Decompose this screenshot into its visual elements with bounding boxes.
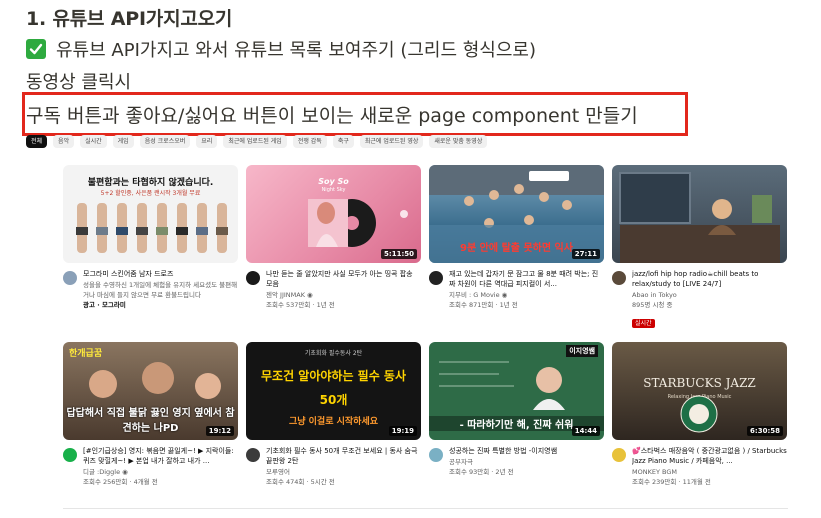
text-line: 동영상 클릭시 bbox=[26, 72, 132, 93]
channel-avatar[interactable] bbox=[63, 448, 77, 462]
heading: 1. 유튜브 API가지고오기 bbox=[26, 8, 233, 30]
duration-badge: 27:11 bbox=[571, 249, 600, 259]
channel-avatar[interactable] bbox=[612, 448, 626, 462]
chip[interactable]: 전체 bbox=[26, 134, 48, 148]
video-meta: 재고 있는데 갑자기 문 잠그고 물 8분 때려 박는; 진짜 차원이 다른 역… bbox=[449, 269, 604, 310]
models-illustration bbox=[76, 203, 228, 253]
video-thumbnail[interactable]: Soy So Night Sky 5:11:50 bbox=[246, 165, 421, 263]
callout-text: 구독 버튼과 좋아요/싫어요 버튼이 보이는 새로운 page componen… bbox=[26, 105, 638, 127]
video-stats: 조회수 474회 · 5시간 전 bbox=[266, 478, 335, 486]
video-meta: 기초회화 필수 동사 50개 무조건 보세요 | 동사 숨극 끝판왕 2탄 모루… bbox=[266, 446, 421, 487]
duration-badge: 5:11:50 bbox=[381, 249, 417, 259]
video-stats: 조회수 93만회 · 2년 전 bbox=[449, 468, 514, 476]
channel-name[interactable]: 모루영어 bbox=[266, 467, 421, 477]
video-title[interactable]: 모그라미 스킨어줌 남자 드로즈 bbox=[83, 269, 238, 279]
check-icon[interactable] bbox=[26, 39, 46, 59]
thumb-text: 무조건 알아야하는 필수 동사 50개 bbox=[260, 369, 406, 407]
todo-item: 유튜브 API가지고 와서 유튜브 목록 보여주기 (그리드 형식으로) bbox=[26, 36, 536, 62]
channel-avatar[interactable] bbox=[246, 448, 260, 462]
thumb-text: 불편함과는 타협하지 않겠습니다. bbox=[87, 178, 214, 188]
video-meta: 나만 듣는 줄 알았지만 사실 모두가 아는 띵곡 팝송 모음 젠악 JJINM… bbox=[266, 269, 421, 310]
video-stats: 895명 시청 중 bbox=[632, 301, 673, 309]
duration-badge: 19:19 bbox=[388, 426, 417, 436]
ad-description: 성을을 수영하신 1개일에 체험을 유지하 세요셨도 불편해거나 마심에 들지 … bbox=[83, 281, 238, 299]
ad-label: 광고 · 모그라미 bbox=[83, 301, 126, 309]
video-thumbnail[interactable]: 한개급꿈 답답해서 직접 불닭 끓인 영지 옆에서 참견하는 나PD 19:12 bbox=[63, 342, 238, 440]
video-meta: jazz/lofi hip hop radio☕chill beats to r… bbox=[632, 269, 787, 329]
thumb-subtext: 5+2 할인중, 사은품 랜시작 3개월 무료 bbox=[100, 190, 201, 197]
duration-badge: 19:12 bbox=[205, 426, 234, 436]
channel-name[interactable]: Abao in Tokyo bbox=[632, 290, 787, 300]
channel-name[interactable]: 공부자극 bbox=[449, 457, 604, 467]
video-meta: 성공하는 진짜 특별한 방법 -이지영쌤 공부자극 조회수 93만회 · 2년 … bbox=[449, 446, 604, 477]
chip[interactable]: 축구 bbox=[332, 134, 354, 148]
chip[interactable]: 실시간 bbox=[80, 134, 107, 148]
video-title[interactable]: 성공하는 진짜 특별한 방법 -이지영쌤 bbox=[449, 446, 604, 456]
live-badge: 실시간 bbox=[632, 319, 655, 328]
video-title[interactable]: 나만 듣는 줄 알았지만 사실 모두가 아는 띵곡 팝송 모음 bbox=[266, 269, 421, 289]
channel-avatar[interactable] bbox=[63, 271, 77, 285]
channel-avatar[interactable] bbox=[246, 271, 260, 285]
chip[interactable]: 게임 bbox=[112, 134, 134, 148]
channel-avatar[interactable] bbox=[429, 271, 443, 285]
video-meta: 💕스타벅스 매장음악 ( 중간광고없음 ) / Starbucks Jazz P… bbox=[632, 446, 787, 487]
chip[interactable]: 최근에 업로드된 게임 bbox=[223, 134, 287, 148]
video-meta: 모그라미 스킨어줌 남자 드로즈 성을을 수영하신 1개일에 체험을 유지하 세… bbox=[83, 269, 238, 310]
video-stats: 조회수 256만회 · 4개월 전 bbox=[83, 478, 158, 486]
video-thumbnail[interactable]: 기초회화 필수동사 2탄 무조건 알아야하는 필수 동사 50개 그냥 이걸로 … bbox=[246, 342, 421, 440]
channel-name[interactable]: 젠악 JJINMAK ◉ bbox=[266, 290, 421, 300]
channel-avatar[interactable] bbox=[612, 271, 626, 285]
chip-bar: 전체 음악 실시간 게임 음성 크로스오버 요리 최근에 업로드된 게임 전쟁 … bbox=[26, 132, 526, 150]
chip[interactable]: 새로운 맞춤 동영상 bbox=[429, 134, 488, 148]
channel-avatar[interactable] bbox=[429, 448, 443, 462]
channel-name[interactable]: 디글 :Diggle ◉ bbox=[83, 467, 238, 477]
channel-name[interactable]: 지무비 : G Movie ◉ bbox=[449, 290, 604, 300]
video-thumbnail[interactable]: 이지영쌤 - 따라하기만 해, 진짜 쉬워 14:44 bbox=[429, 342, 604, 440]
video-meta: [#인기급상승] 영지: 볶음면 끓일게~! ▶ 지락이들: 퀴즈 맞힐게~! … bbox=[83, 446, 238, 487]
video-title[interactable]: jazz/lofi hip hop radio☕chill beats to r… bbox=[632, 269, 787, 289]
video-stats: 조회수 871만회 · 1년 전 bbox=[449, 301, 518, 309]
chip[interactable]: 전쟁 감독 bbox=[292, 134, 327, 148]
channel-name[interactable]: MONKEY BGM bbox=[632, 467, 787, 477]
lofi-illustration bbox=[619, 172, 780, 263]
video-title[interactable]: 재고 있는데 갑자기 문 잠그고 물 8분 때려 박는; 진짜 차원이 다른 역… bbox=[449, 269, 604, 289]
chip[interactable]: 음성 크로스오버 bbox=[139, 134, 191, 148]
duration-badge: 14:44 bbox=[571, 426, 600, 436]
chip[interactable]: 음악 bbox=[53, 134, 75, 148]
video-title[interactable]: 기초회화 필수 동사 50개 무조건 보세요 | 동사 숨극 끝판왕 2탄 bbox=[266, 446, 421, 466]
chip[interactable]: 요리 bbox=[196, 134, 218, 148]
video-thumbnail[interactable]: STARBUCKS JAZZ Relaxing Jazz Piano Music… bbox=[612, 342, 787, 440]
todo-text: 유튜브 API가지고 와서 유튜브 목록 보여주기 (그리드 형식으로) bbox=[56, 40, 537, 61]
video-stats: 조회수 239만회 · 11개월 전 bbox=[632, 478, 711, 486]
video-title[interactable]: 💕스타벅스 매장음악 ( 중간광고없음 ) / Starbucks Jazz P… bbox=[632, 446, 787, 466]
chip[interactable]: 최근에 업로드된 영상 bbox=[359, 134, 424, 148]
video-stats: 조회수 537만회 · 1년 전 bbox=[266, 301, 335, 309]
thumb-top-text: 기초회화 필수동사 2탄 bbox=[304, 350, 363, 357]
divider bbox=[63, 508, 788, 509]
video-title[interactable]: [#인기급상승] 영지: 볶음면 끓일게~! ▶ 지락이들: 퀴즈 맞힐게~! … bbox=[83, 446, 238, 466]
video-thumbnail[interactable]: 불편함과는 타협하지 않겠습니다. 5+2 할인중, 사은품 랜시작 3개월 무… bbox=[63, 165, 238, 263]
video-thumbnail[interactable]: 9분 안에 탈출 못하면 익사 27:11 bbox=[429, 165, 604, 263]
duration-badge: 6:30:58 bbox=[747, 426, 783, 436]
video-thumbnail[interactable] bbox=[612, 165, 787, 263]
